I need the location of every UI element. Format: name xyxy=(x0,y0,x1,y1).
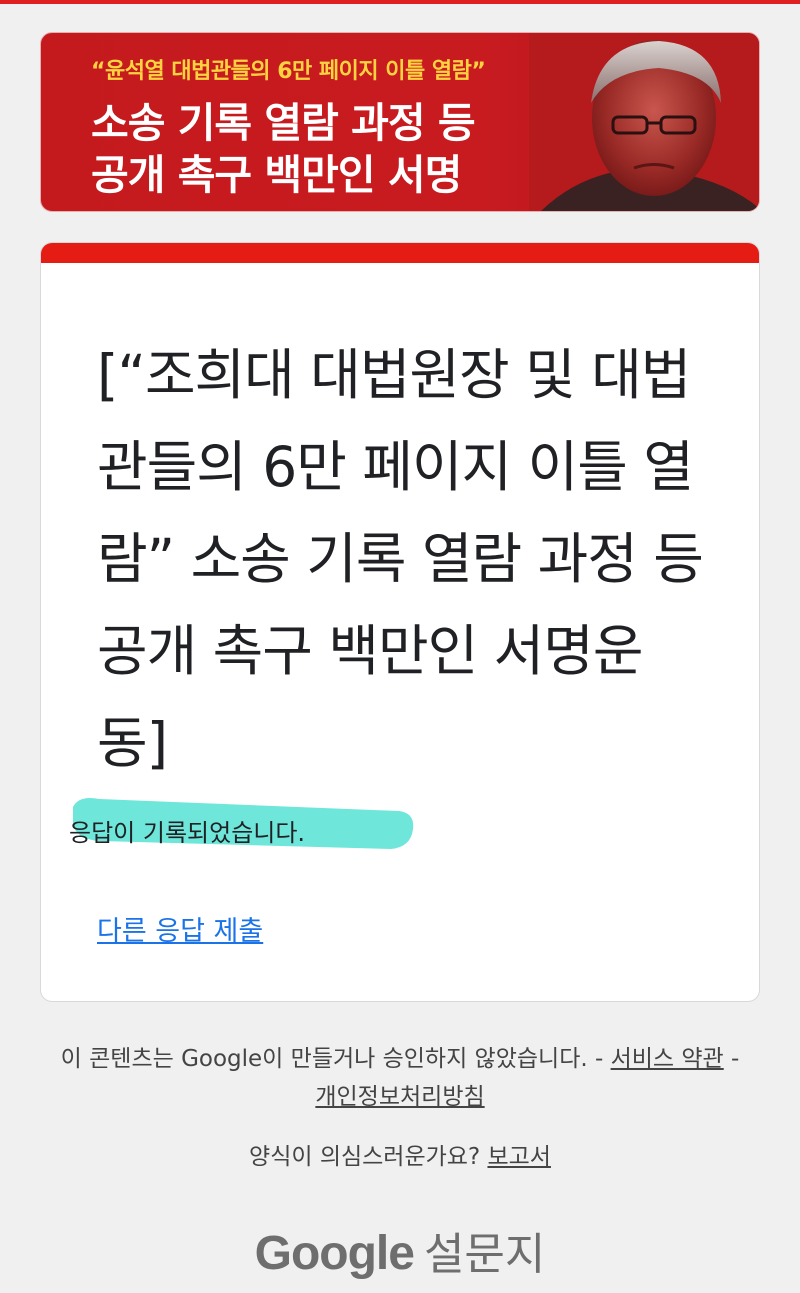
submit-another-response-link[interactable]: 다른 응답 제출 xyxy=(97,909,263,948)
disclaimer-text: 이 콘텐츠는 Google이 만들거나 승인하지 않았습니다. - xyxy=(60,1046,611,1072)
banner-headline-line2: 공개 촉구 백만인 서명 xyxy=(91,151,462,199)
report-question: 양식이 의심스러운가요? xyxy=(249,1144,488,1170)
banner-quote: “윤석열 대법관들의 6만 페이지 이틀 열람” xyxy=(91,59,486,84)
privacy-policy-link[interactable]: 개인정보처리방침 xyxy=(315,1084,484,1110)
forms-product-name: 설문지 xyxy=(423,1229,546,1280)
report-abuse-line: 양식이 의심스러운가요? 보고서 xyxy=(0,1137,800,1171)
card-accent-bar xyxy=(41,243,759,263)
banner-headline-line1: 소송 기록 열람 과정 등 xyxy=(91,99,476,147)
form-confirmation-card: [“조희대 대법원장 및 대법관들의 6만 페이지 이틀 열람” 소송 기록 열… xyxy=(40,242,760,1002)
footer-separator: - xyxy=(723,1046,740,1072)
footer-disclaimer: 이 콘텐츠는 Google이 만들거나 승인하지 않았습니다. - 서비스 약관… xyxy=(60,1040,740,1116)
google-forms-logo[interactable]: Google 설문지 xyxy=(0,1218,800,1282)
top-accent-line xyxy=(0,0,800,4)
report-link[interactable]: 보고서 xyxy=(487,1144,550,1170)
terms-of-service-link[interactable]: 서비스 약관 xyxy=(611,1046,724,1072)
header-banner-image: “윤석열 대법관들의 6만 페이지 이틀 열람” 소송 기록 열람 과정 등 공… xyxy=(40,32,760,212)
portrait-photo xyxy=(529,33,759,211)
confirmation-message: 응답이 기록되었습니다. xyxy=(69,819,306,847)
form-title: [“조희대 대법원장 및 대법관들의 6만 페이지 이틀 열람” 소송 기록 열… xyxy=(97,343,704,775)
google-wordmark: Google xyxy=(254,1227,415,1280)
